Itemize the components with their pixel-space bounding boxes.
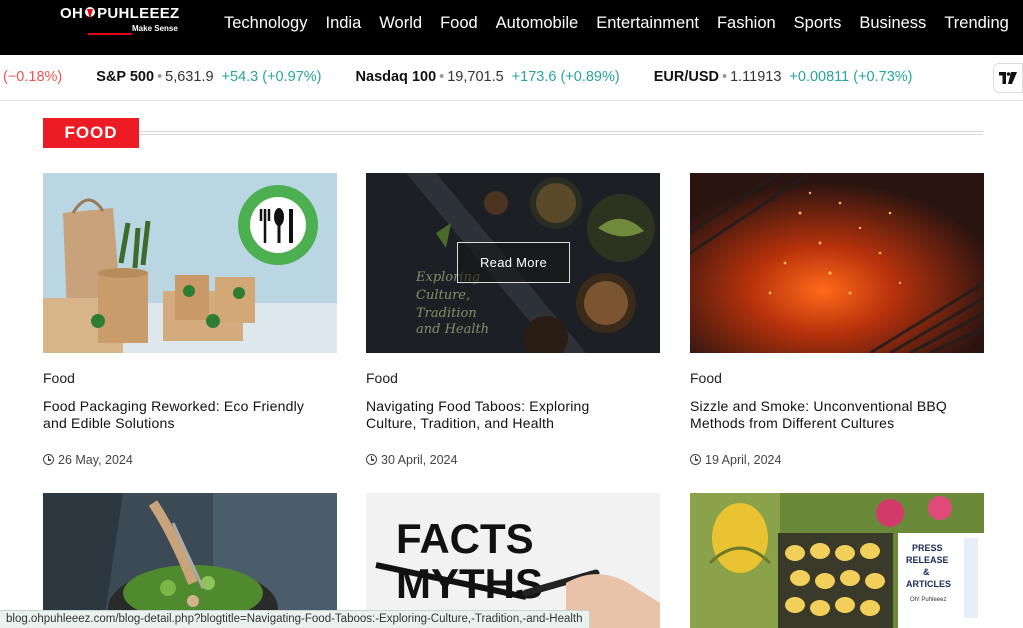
link-status-bar: blog.ohpuhleeez.com/blog-detail.php?blog… [0, 610, 590, 628]
image-caption-text: Culture, [416, 288, 470, 303]
nav-item-india[interactable]: India [325, 14, 361, 33]
ticker-symbol: S&P 500 [96, 69, 155, 85]
logo-underline [88, 33, 132, 35]
logo-tagline: Make Sense [132, 24, 178, 33]
ticker-symbol: EUR/USD [653, 69, 719, 85]
facts-myths-image[interactable]: FACTS MYTHS [366, 493, 660, 628]
main-nav: Technology India World Food Automobile E… [224, 14, 1009, 33]
pen-nib-icon [85, 7, 96, 19]
nav-item-business[interactable]: Business [859, 14, 926, 33]
card-category[interactable]: Food [43, 370, 75, 386]
nav-item-technology[interactable]: Technology [224, 14, 307, 33]
ticker-separator: • [157, 69, 163, 85]
card-title[interactable]: Sizzle and Smoke: Unconventional BBQ Met… [690, 398, 960, 432]
badge-line: RELEASE [906, 555, 949, 565]
card-title[interactable]: Food Packaging Reworked: Eco Friendly an… [43, 398, 313, 432]
ticker-prev-change[interactable]: (−0.18%) [3, 69, 62, 85]
ticker-price: 19,701.5 [447, 69, 504, 85]
ticker-change: +0.00811 (+0.73%) [789, 69, 913, 85]
bbq-grill-image[interactable] [690, 173, 984, 353]
ticker-symbol: Nasdaq 100 [355, 69, 437, 85]
card-date: 30 April, 2024 [366, 453, 457, 467]
ticker-track: (−0.18%) S&P 500 • 5,631.9 +54.3 (+0.97%) N… [3, 69, 943, 85]
card-date: 26 May, 2024 [43, 453, 133, 467]
section-label-food: FOOD [43, 118, 139, 148]
article-card[interactable]: Exploring Culture, Tradition and Health … [366, 173, 660, 483]
ticker-change: +173.6 (+0.89%) [511, 69, 620, 85]
nav-item-entertainment[interactable]: Entertainment [596, 14, 699, 33]
image-caption-text: Tradition [416, 306, 477, 321]
section-divider [139, 131, 983, 132]
food-taboos-image[interactable]: Exploring Culture, Tradition and Health … [366, 173, 660, 353]
nav-item-fashion[interactable]: Fashion [717, 14, 776, 33]
section-divider [139, 134, 983, 135]
ticker-separator: • [439, 69, 445, 85]
press-release-image[interactable]: PRESS RELEASE & ARTICLES Oh! Puhleeez [690, 493, 984, 628]
nav-item-food[interactable]: Food [440, 14, 478, 33]
tradingview-mark-icon [999, 72, 1017, 84]
logo-wordmark: OH PUHLEEEZ [60, 5, 180, 22]
card-date: 19 April, 2024 [690, 453, 781, 467]
clock-icon [690, 454, 701, 465]
article-card[interactable]: Food Food Packaging Reworked: Eco Friend… [43, 173, 337, 483]
salad-bowl-image[interactable] [43, 493, 337, 628]
card-date-text: 26 May, 2024 [58, 453, 133, 467]
card-date-text: 30 April, 2024 [381, 453, 458, 467]
ticker-separator: • [722, 69, 728, 85]
ticker-item[interactable]: Nasdaq 100 • 19,701.5 +173.6 (+0.89%) [356, 69, 620, 85]
card-category[interactable]: Food [366, 370, 398, 386]
ticker-change: +54.3 (+0.97%) [221, 69, 322, 85]
ticker-item[interactable]: EUR/USD • 1.11913 +0.00811 (+0.73%) [654, 69, 913, 85]
clock-icon [43, 454, 54, 465]
top-navigation-bar: OH PUHLEEEZ Make Sense Technology India W… [0, 0, 1023, 55]
article-card[interactable] [43, 493, 337, 628]
ticker-price: 1.11913 [730, 69, 782, 85]
badge-brand: Oh! Puhleeez [910, 597, 946, 603]
card-title[interactable]: Navigating Food Taboos: Exploring Cultur… [366, 398, 636, 432]
badge-line: PRESS [912, 543, 943, 553]
ticker-item[interactable]: S&P 500 • 5,631.9 +54.3 (+0.97%) [96, 69, 321, 85]
nav-item-world[interactable]: World [379, 14, 422, 33]
logo-text-left: OH [60, 5, 84, 22]
card-date-text: 19 April, 2024 [705, 453, 782, 467]
article-card[interactable]: FACTS MYTHS [366, 493, 660, 628]
tradingview-logo-icon[interactable] [993, 63, 1023, 93]
read-more-button[interactable]: Read More [457, 242, 570, 283]
nav-item-sports[interactable]: Sports [794, 14, 842, 33]
badge-line: ARTICLES [906, 579, 951, 589]
clock-icon [366, 454, 377, 465]
nav-item-automobile[interactable]: Automobile [496, 14, 579, 33]
site-logo[interactable]: OH PUHLEEEZ Make Sense [60, 5, 190, 45]
card-category[interactable]: Food [690, 370, 722, 386]
facts-text: FACTS [396, 515, 534, 562]
article-card[interactable]: PRESS RELEASE & ARTICLES Oh! Puhleeez [690, 493, 984, 628]
ticker-price: 5,631.9 [165, 69, 214, 85]
image-caption-text: and Health [416, 322, 489, 337]
eco-packaging-image[interactable] [43, 173, 337, 353]
section-heading: FOOD [43, 118, 983, 148]
badge-line: & [923, 567, 930, 577]
market-ticker: (−0.18%) S&P 500 • 5,631.9 +54.3 (+0.97%) N… [0, 55, 1023, 101]
article-card[interactable]: Food Sizzle and Smoke: Unconventional BB… [690, 173, 984, 483]
logo-text-right: PUHLEEEZ [97, 5, 180, 22]
nav-item-trending[interactable]: Trending [944, 14, 1009, 33]
